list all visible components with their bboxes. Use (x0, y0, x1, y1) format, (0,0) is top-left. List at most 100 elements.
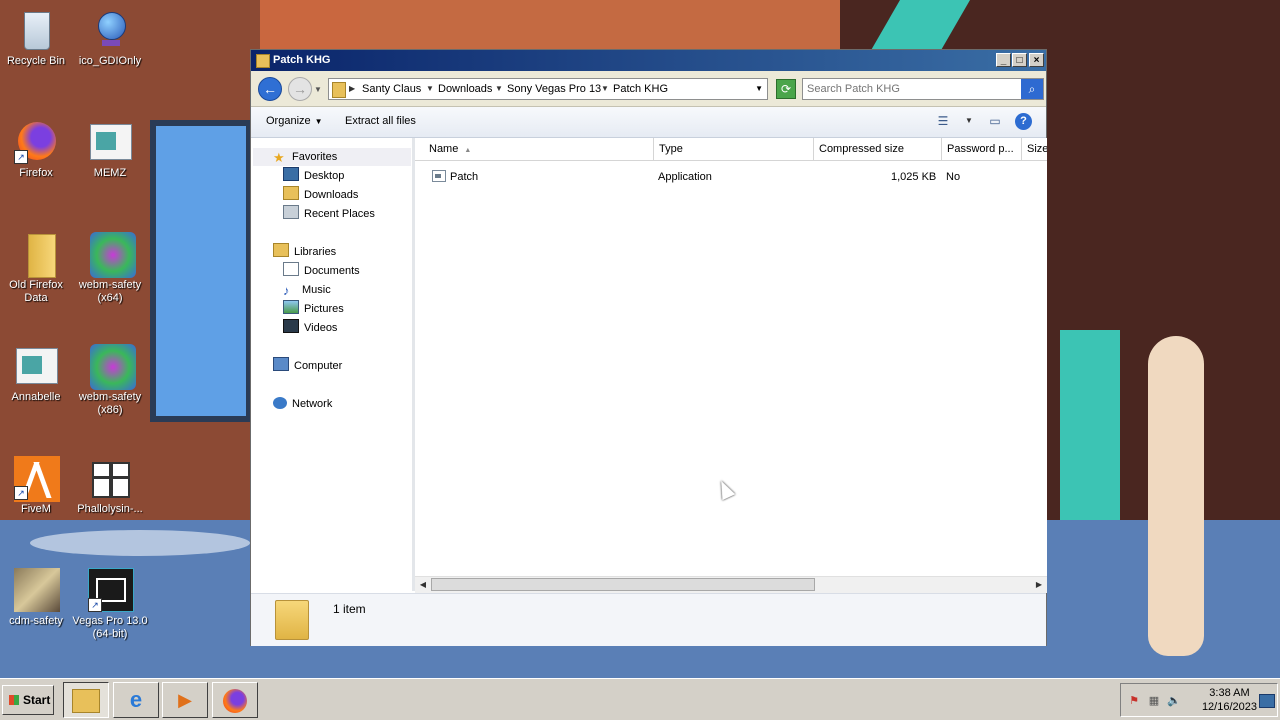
column-header-type[interactable]: Type (654, 138, 814, 160)
wallpaper-window (150, 120, 252, 422)
breadcrumb-sony-vegas-pro-13[interactable]: Sony Vegas Pro 13 (507, 83, 601, 95)
navigation-pane: ★ Favorites Desktop Downloads Recent Plac… (251, 138, 415, 591)
clock[interactable]: 3:38 AM 12/16/2023 (1202, 686, 1257, 714)
item-count: 1 item (333, 602, 366, 616)
preview-pane-icon[interactable]: ▭ (987, 114, 1003, 128)
desktop-icon-label: Firefox (19, 167, 53, 179)
nav-libraries[interactable]: Libraries (273, 243, 336, 261)
back-button[interactable]: ← (258, 77, 282, 101)
videos-icon (283, 319, 299, 333)
search-icon[interactable]: ⌕ (1021, 79, 1043, 99)
search-box[interactable]: ⌕ (802, 78, 1044, 100)
address-dropdown[interactable]: ▼ (755, 84, 763, 93)
view-list-icon[interactable]: ☰ (935, 114, 951, 128)
breadcrumb-santy-claus[interactable]: Santy Claus (362, 83, 421, 95)
desktop-icon-cdm-safety[interactable]: cdm-safety (0, 568, 74, 628)
desktop-icon-webm-safety-x64[interactable]: webm-safety (x64) (72, 232, 148, 305)
desktop-icon-firefox[interactable]: ↗ Firefox (0, 120, 74, 180)
file-row-patch[interactable]: Patch Application 1,025 KB No (415, 168, 1047, 186)
scroll-left-icon[interactable]: ◀ (416, 578, 430, 592)
window-app-icon (88, 120, 132, 164)
column-header-size[interactable]: Size (1022, 138, 1047, 160)
scrollbar-thumb[interactable] (431, 578, 815, 591)
breadcrumb-downloads[interactable]: Downloads (438, 83, 492, 95)
folder-icon (14, 232, 58, 278)
taskbar-explorer[interactable] (63, 682, 109, 718)
nav-label: Libraries (294, 246, 337, 258)
horizontal-scrollbar[interactable]: ◀ ▶ (415, 576, 1047, 593)
title-bar[interactable]: Patch KHG _ □ × (251, 50, 1046, 71)
star-icon: ★ (273, 150, 285, 165)
taskbar-firefox[interactable] (212, 682, 258, 718)
file-list[interactable]: Name ▲ Type Compressed size Password p...… (415, 138, 1047, 591)
nav-label: Pictures (304, 303, 344, 315)
recent-places-icon (283, 205, 299, 219)
scroll-right-icon[interactable]: ▶ (1032, 578, 1046, 592)
action-center-icon[interactable]: ⚑ (1127, 694, 1141, 708)
minimize-button[interactable]: _ (996, 53, 1011, 67)
search-input[interactable] (807, 81, 1017, 97)
documents-icon (283, 262, 299, 276)
desktop-icon-webm-safety-x86[interactable]: webm-safety (x86) (72, 344, 148, 417)
explorer-window[interactable]: Patch KHG _ □ × ← → ▼ ▶ Santy Claus ▼ Do… (250, 49, 1047, 646)
desktop-icon-recycle-bin[interactable]: Recycle Bin (0, 8, 74, 68)
network-icon[interactable]: ▦ (1147, 694, 1161, 708)
view-dropdown-icon[interactable]: ▼ (961, 114, 977, 128)
recent-pages-dropdown[interactable]: ▼ (314, 85, 322, 94)
shortcut-arrow-icon: ↗ (14, 150, 28, 164)
nav-music[interactable]: ♪ Music (283, 281, 331, 299)
breadcrumb-separator[interactable]: ▼ (426, 84, 434, 93)
file-compressed-size: 1,025 KB (891, 171, 937, 183)
nav-label: Network (292, 398, 333, 410)
nav-pictures[interactable]: Pictures (283, 300, 344, 318)
taskbar-media-player[interactable]: ▶ (162, 682, 208, 718)
desktop-icon-fivem[interactable]: ↗ FiveM (0, 456, 74, 516)
nav-downloads[interactable]: Downloads (283, 186, 358, 204)
desktop-icon-ico-gdionly[interactable]: ico_GDIOnly (72, 8, 148, 68)
column-header-name[interactable]: Name ▲ (424, 138, 654, 160)
taskbar: Start e ▶ ⚑ ▦ 🔈 3:38 AM 12/16/2023 (0, 678, 1280, 720)
help-icon[interactable]: ? (1015, 113, 1032, 130)
clock-time: 3:38 AM (1209, 687, 1250, 699)
folder-icon (256, 54, 270, 68)
window-app-icon (14, 344, 58, 388)
desktop-icon-label: webm-safety (x86) (78, 391, 142, 416)
nav-network[interactable]: Network (273, 395, 332, 413)
nav-recent-places[interactable]: Recent Places (283, 205, 375, 223)
show-desktop-button[interactable] (1259, 694, 1275, 708)
extract-all-files-button[interactable]: Extract all files (345, 115, 416, 127)
system-tray: ⚑ ▦ 🔈 3:38 AM 12/16/2023 (1120, 683, 1278, 717)
breadcrumb-separator[interactable]: ▶ (349, 84, 355, 93)
desktop-icon-phallolysin[interactable]: Phallolysin-... (72, 456, 148, 516)
address-bar[interactable]: ▶ Santy Claus ▼ Downloads ▼ Sony Vegas P… (328, 78, 768, 100)
desktop-icon-label: Recycle Bin (6, 55, 66, 67)
nav-favorites[interactable]: ★ Favorites (253, 148, 411, 166)
forward-button[interactable]: → (288, 77, 312, 101)
breadcrumb-patch-khg[interactable]: Patch KHG (613, 83, 668, 95)
desktop-icon-vegas-pro[interactable]: ↗ Vegas Pro 13.0 (64-bit) (72, 568, 148, 641)
maximize-button[interactable]: □ (1012, 53, 1027, 67)
nav-desktop[interactable]: Desktop (283, 167, 344, 185)
desktop-icon-old-firefox-data[interactable]: Old Firefox Data (0, 232, 74, 305)
desktop-icon-annabelle[interactable]: Annabelle (0, 344, 74, 404)
firefox-icon: ↗ (14, 120, 58, 164)
breadcrumb-separator[interactable]: ▼ (495, 84, 503, 93)
taskbar-internet-explorer[interactable]: e (113, 682, 159, 718)
column-headers: Name ▲ Type Compressed size Password p...… (415, 138, 1047, 161)
column-header-password[interactable]: Password p... (942, 138, 1022, 160)
image-icon (14, 568, 60, 612)
organize-button[interactable]: Organize ▼ (266, 115, 323, 127)
nav-documents[interactable]: Documents (283, 262, 360, 280)
start-button[interactable]: Start (2, 685, 54, 715)
nav-videos[interactable]: Videos (283, 319, 337, 337)
close-button[interactable]: × (1029, 53, 1044, 67)
nav-computer[interactable]: Computer (273, 357, 342, 375)
desktop-icon-memz[interactable]: MEMZ (72, 120, 148, 180)
refresh-button[interactable]: ⟳ (776, 79, 796, 99)
file-name: Patch (450, 171, 479, 183)
breadcrumb-separator[interactable]: ▼ (601, 84, 609, 93)
column-header-compressed-size[interactable]: Compressed size (814, 138, 942, 160)
globe-icon (88, 8, 132, 52)
volume-muted-icon[interactable]: 🔈 (1167, 694, 1181, 708)
nav-label: Music (302, 284, 331, 296)
